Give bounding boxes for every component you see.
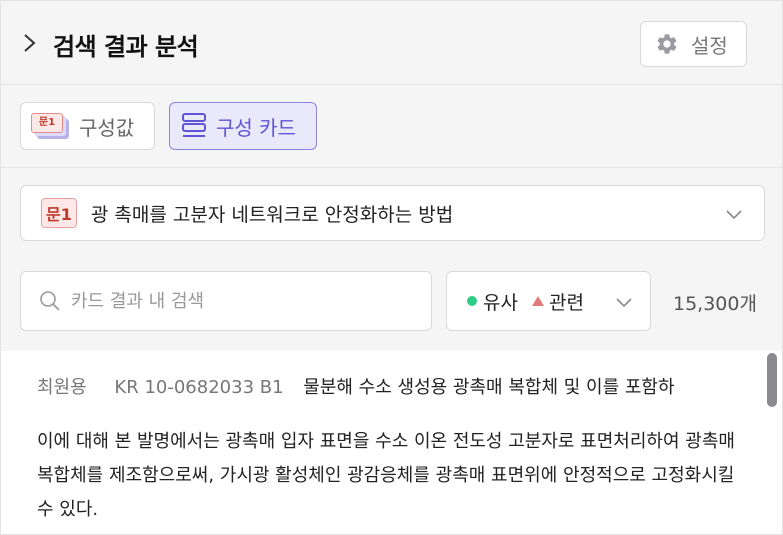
result-abstract: 이에 대해 본 발명에서는 광촉매 입자 표면을 수소 이온 전도성 고분자로 …	[37, 431, 735, 520]
tab-question-badge: 문1	[31, 113, 63, 133]
result-count: 15,300개	[673, 293, 757, 315]
patent-number[interactable]: KR 10-0682033 B1	[114, 377, 283, 398]
gear-icon	[657, 34, 677, 54]
tab-label: 구성값	[79, 115, 135, 140]
view-tabs: 문1 구성값 구성 카드	[1, 86, 782, 168]
page-title: 검색 결과 분석	[53, 33, 199, 61]
related-label: 관련	[548, 291, 584, 314]
settings-label: 설정	[691, 33, 728, 58]
result-card[interactable]: 최원용 KR 10-0682033 B1 물분해 수소 생성용 광촉매 복합체 …	[1, 351, 782, 534]
question-cards-icon: 문1	[31, 111, 71, 141]
card-list-icon	[182, 113, 206, 137]
tab-component-cards[interactable]: 구성 카드	[169, 102, 317, 150]
result-author: 최원용	[37, 377, 87, 398]
chevron-right-icon[interactable]	[19, 31, 41, 55]
search-icon	[40, 291, 60, 311]
related-triangle-icon	[531, 296, 544, 306]
question-select[interactable]: 문1 광 촉매를 고분자 네트워크로 안정화하는 방법	[20, 185, 765, 241]
result-meta: 최원용 KR 10-0682033 B1 물분해 수소 생성용 광촉매 복합체 …	[37, 373, 749, 399]
similar-dot-icon	[467, 296, 477, 306]
card-search-box[interactable]	[20, 271, 432, 331]
search-input[interactable]	[71, 290, 411, 312]
filter-area: 문1 광 촉매를 고분자 네트워크로 안정화하는 방법 유사 관련 15,300…	[1, 168, 782, 351]
scrollbar-thumb[interactable]	[767, 353, 777, 407]
question-badge: 문1	[41, 198, 77, 228]
patent-title: 물분해 수소 생성용 광촉매 복합체 및 이를 포함하	[303, 377, 675, 398]
settings-button[interactable]: 설정	[640, 21, 747, 67]
panel-header: 검색 결과 분석 설정	[1, 1, 782, 85]
question-text: 광 촉매를 고분자 네트워크로 안정화하는 방법	[90, 203, 454, 226]
app-panel: 검색 결과 분석 설정 문1 구성값 구성 카드 문1 광 촉매를 고분자 네트…	[0, 0, 783, 535]
chevron-down-icon	[616, 298, 632, 308]
chevron-down-icon	[726, 210, 742, 220]
tab-label: 구성 카드	[216, 115, 296, 140]
tab-component-values[interactable]: 문1 구성값	[20, 102, 155, 150]
relevance-filter-select[interactable]: 유사 관련	[446, 271, 651, 331]
similar-label: 유사	[483, 291, 518, 314]
